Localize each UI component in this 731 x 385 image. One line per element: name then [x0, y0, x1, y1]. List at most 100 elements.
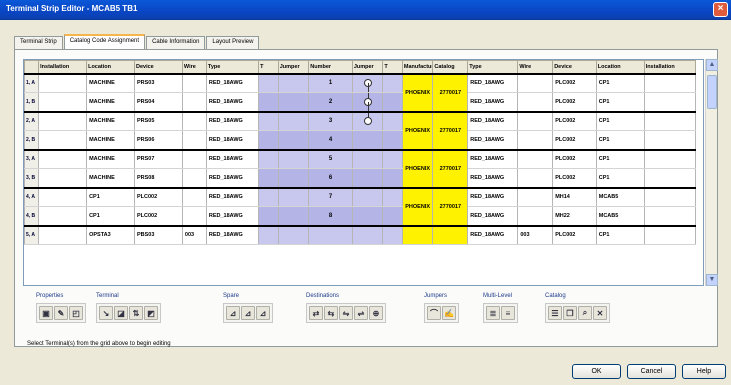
cell-manufacturer[interactable]: PHOENIX	[401, 148, 434, 188]
cell-type-right[interactable]: RED_18AWG	[467, 130, 519, 150]
cell-manufacturer[interactable]: PHOENIX	[401, 186, 434, 226]
cell-location-left[interactable]: MACHINE	[86, 92, 135, 112]
cell-catalog[interactable]: 2770017	[432, 72, 469, 112]
cell-number[interactable]: 1	[308, 72, 353, 93]
spare-add-icon[interactable]: ⊿	[241, 306, 255, 320]
table-row[interactable]: 1, B MACHINE PRS04 RED_18AWG 2 RED_18AWG…	[24, 92, 697, 112]
cell-catalog[interactable]: 2770017	[432, 110, 469, 150]
cell-wire-right[interactable]	[517, 130, 554, 150]
cell-type-right[interactable]: RED_18AWG	[467, 206, 519, 226]
cell-installation-left[interactable]	[38, 168, 88, 188]
cell-wire-left[interactable]	[181, 168, 207, 188]
row-header[interactable]: 1, B	[24, 92, 40, 112]
cell-device-left[interactable]: PRS05	[134, 110, 183, 131]
cell-type-left[interactable]: RED_18AWG	[205, 148, 260, 169]
cell-jumper-left[interactable]	[277, 92, 310, 112]
col-catalog[interactable]: Catalog	[432, 60, 469, 74]
cell-device-right[interactable]: PLC002	[552, 148, 597, 169]
row-header[interactable]: 4, A	[24, 186, 40, 207]
cell-manufacturer[interactable]: PHOENIX	[401, 72, 434, 112]
cell-device-left[interactable]: PLC002	[134, 186, 183, 207]
cell-t-left[interactable]	[258, 92, 279, 112]
cell-installation-right[interactable]	[643, 130, 697, 150]
cell-location-right[interactable]: MCAB5	[595, 186, 645, 207]
cell-type-left[interactable]: RED_18AWG	[205, 72, 260, 93]
cell-device-right[interactable]: PLC002	[552, 110, 597, 131]
table-row[interactable]: 1, A MACHINE PRS03 RED_18AWG 1 PHOENIX 2…	[24, 72, 697, 112]
cell-t-right[interactable]	[382, 72, 403, 93]
cancel-button[interactable]: Cancel	[627, 364, 676, 379]
cell-t-left[interactable]	[258, 206, 279, 226]
cell-wire-right[interactable]	[517, 92, 554, 112]
cell-wire-left[interactable]	[181, 148, 207, 169]
col-type-left[interactable]: Type	[205, 60, 260, 74]
table-row[interactable]: 4, A CP1 PLC002 RED_18AWG 7 PHOENIX 2770…	[24, 186, 697, 226]
table-row[interactable]: 2, A MACHINE PRS05 RED_18AWG 3 PHOENIX 2…	[24, 110, 697, 150]
col-t-right[interactable]: T	[382, 60, 403, 74]
cell-wire-right[interactable]: 003	[517, 224, 554, 245]
cell-device-left[interactable]: PRS03	[134, 72, 183, 93]
move-terminal-icon[interactable]: ⇅	[129, 306, 143, 320]
cell-number[interactable]: 2	[308, 92, 353, 112]
cell-jumper-right[interactable]	[351, 130, 384, 150]
cell-number[interactable]: 6	[308, 168, 353, 188]
edit-properties-icon[interactable]: ✎	[54, 306, 68, 320]
cell-type-right[interactable]: RED_18AWG	[467, 110, 519, 131]
swap-destination-icon[interactable]: ⇆	[324, 306, 338, 320]
scroll-thumb[interactable]	[707, 75, 717, 109]
cell-t-left[interactable]	[258, 148, 279, 169]
pin-properties-icon[interactable]: ◰	[69, 306, 83, 320]
cell-jumper-right[interactable]	[351, 224, 384, 245]
col-installation-right[interactable]: Installation	[643, 60, 697, 74]
delete-terminal-icon[interactable]: ◩	[144, 306, 158, 320]
cell-type-right[interactable]: RED_18AWG	[467, 186, 519, 207]
cell-device-left[interactable]: PRS08	[134, 168, 183, 188]
cell-location-left[interactable]: MACHINE	[86, 72, 135, 93]
cell-type-left[interactable]: RED_18AWG	[205, 206, 260, 226]
spare-remove-icon[interactable]: ⊿	[256, 306, 270, 320]
cell-jumper-right[interactable]	[351, 72, 384, 93]
cell-t-left[interactable]	[258, 186, 279, 207]
cell-installation-right[interactable]	[643, 110, 697, 131]
cell-wire-right[interactable]	[517, 206, 554, 226]
cell-t-right[interactable]	[382, 186, 403, 207]
cell-installation-left[interactable]	[38, 206, 88, 226]
cell-device-right[interactable]: PLC002	[552, 168, 597, 188]
row-header[interactable]: 3, B	[24, 168, 40, 188]
cell-number[interactable]: 3	[308, 110, 353, 131]
cell-installation-left[interactable]	[38, 224, 88, 245]
cell-t-right[interactable]	[382, 148, 403, 169]
cell-type-left[interactable]: RED_18AWG	[205, 92, 260, 112]
col-number[interactable]: Number	[308, 60, 353, 74]
ok-button[interactable]: OK	[572, 364, 621, 379]
cell-t-right[interactable]	[382, 224, 403, 245]
grid-vertical-scrollbar[interactable]: ▲ ▼	[705, 59, 718, 286]
cell-jumper-right[interactable]	[351, 92, 384, 112]
cell-wire-left[interactable]	[181, 72, 207, 93]
jumper-edit-icon[interactable]: ✍	[442, 306, 456, 320]
cell-type-left[interactable]: RED_18AWG	[205, 110, 260, 131]
cell-type-left[interactable]: RED_18AWG	[205, 130, 260, 150]
cell-t-right[interactable]	[382, 110, 403, 131]
cell-device-right[interactable]: MH14	[552, 186, 597, 207]
table-row[interactable]: 3, B MACHINE PRS08 RED_18AWG 6 RED_18AWG…	[24, 168, 697, 188]
cell-location-right[interactable]: MCAB5	[595, 206, 645, 226]
cell-location-right[interactable]: CP1	[595, 168, 645, 188]
cell-catalog[interactable]	[432, 224, 469, 245]
jumper-add-icon[interactable]: ⌒	[427, 306, 441, 320]
table-row[interactable]: 2, B MACHINE PRS06 RED_18AWG 4 RED_18AWG…	[24, 130, 697, 150]
cell-number[interactable]: 5	[308, 148, 353, 169]
cell-device-right[interactable]: PLC002	[552, 130, 597, 150]
cell-type-right[interactable]: RED_18AWG	[467, 72, 519, 93]
cell-installation-left[interactable]	[38, 148, 88, 169]
cell-installation-right[interactable]	[643, 206, 697, 226]
cell-t-left[interactable]	[258, 168, 279, 188]
cell-installation-right[interactable]	[643, 148, 697, 169]
cell-wire-right[interactable]	[517, 186, 554, 207]
table-row[interactable]: 3, A MACHINE PRS07 RED_18AWG 5 PHOENIX 2…	[24, 148, 697, 188]
cell-location-left[interactable]: CP1	[86, 186, 135, 207]
jumper-destination-icon[interactable]: ⊕	[369, 306, 383, 320]
cell-wire-left[interactable]	[181, 92, 207, 112]
cell-location-right[interactable]: CP1	[595, 148, 645, 169]
table-row[interactable]: 4, B CP1 PLC002 RED_18AWG 8 RED_18AWG MH…	[24, 206, 697, 226]
